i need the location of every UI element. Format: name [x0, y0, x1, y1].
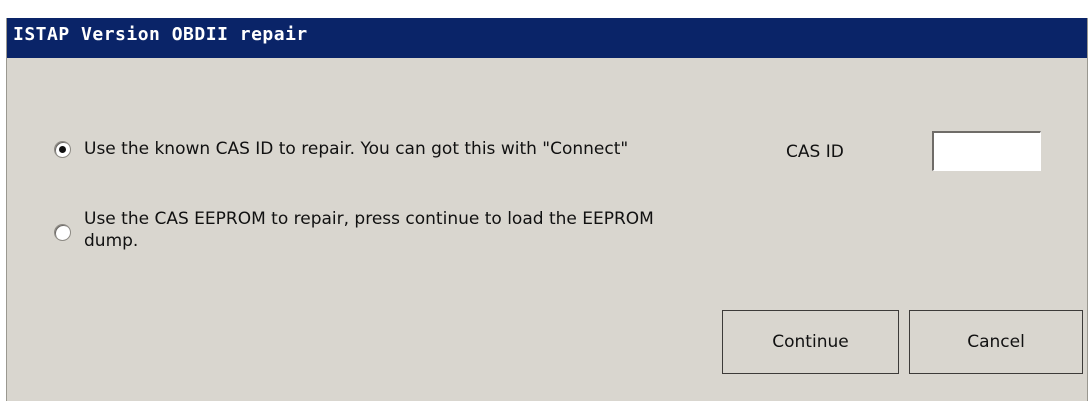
continue-button[interactable]: Continue	[722, 310, 899, 374]
radio-use-known-cas-id[interactable]	[54, 141, 71, 158]
option-known-cas-id-label[interactable]: Use the known CAS ID to repair. You can …	[84, 138, 628, 160]
title-bar[interactable]: ISTAP Version OBDII repair	[7, 18, 1087, 58]
radio-use-cas-eeprom[interactable]	[54, 224, 71, 241]
cas-id-label: CAS ID	[786, 142, 844, 162]
cancel-button[interactable]: Cancel	[909, 310, 1083, 374]
window-title: ISTAP Version OBDII repair	[13, 24, 308, 45]
option-cas-eeprom-label-line2[interactable]: dump.	[84, 230, 138, 252]
radio-selected-dot	[59, 146, 66, 153]
repair-dialog: ISTAP Version OBDII repair Use the known…	[6, 18, 1088, 401]
option-cas-eeprom-label-line1[interactable]: Use the CAS EEPROM to repair, press cont…	[84, 208, 654, 230]
cas-id-input[interactable]	[932, 131, 1041, 171]
